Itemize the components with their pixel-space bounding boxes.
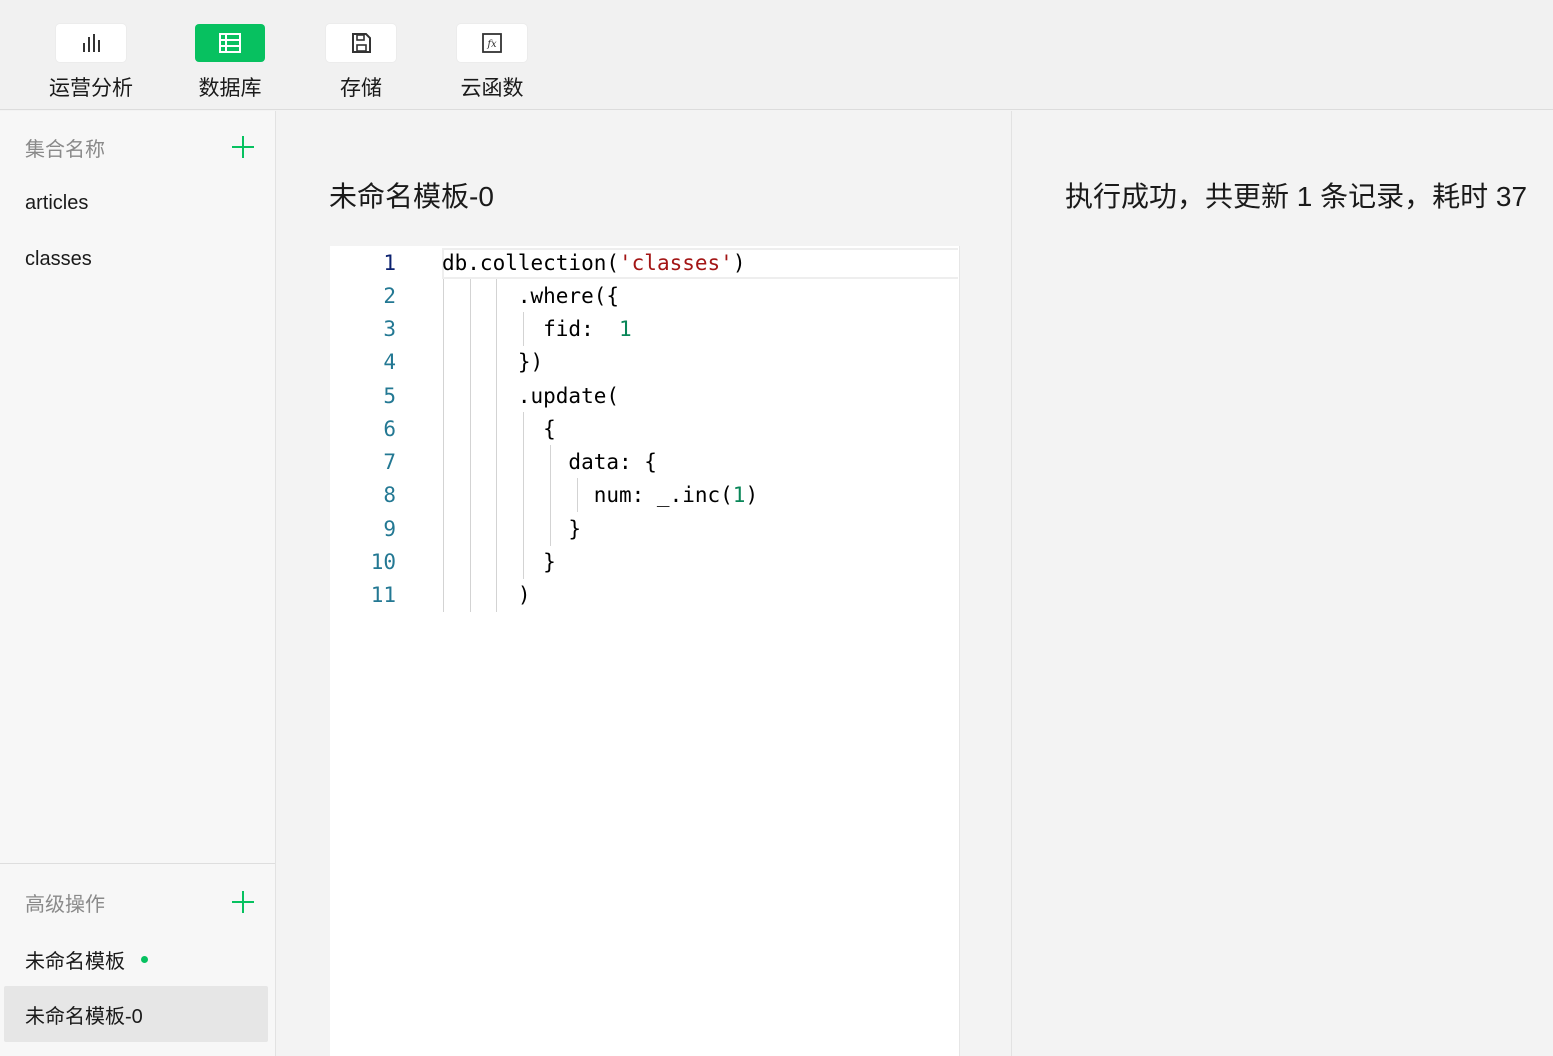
sidebar-item-template-0[interactable]: 未命名模板-0 — [4, 986, 268, 1042]
bar-chart-icon — [80, 32, 102, 54]
collections-header-label: 集合名称 — [25, 138, 105, 161]
code-line-2[interactable]: .where({ — [442, 280, 619, 313]
code-line-4[interactable]: }) — [442, 346, 543, 379]
svg-text:fx: fx — [486, 39, 497, 50]
toolbar-database-button[interactable] — [195, 24, 265, 62]
toolbar-storage-label: 存储 — [340, 77, 382, 100]
line-number: 2 — [383, 284, 396, 308]
advanced-header-label: 高级操作 — [25, 893, 105, 916]
code-editor[interactable]: 1 2 3 4 5 6 7 8 9 10 11 db.collection('c… — [330, 246, 960, 1056]
toolbar-analytics-button[interactable] — [56, 24, 126, 62]
toolbar-storage[interactable]: 存储 — [306, 24, 416, 104]
code-line-8[interactable]: num: _.inc(1) — [442, 479, 758, 512]
line-number: 8 — [383, 483, 396, 507]
template-label: 未命名模板 — [25, 950, 125, 973]
add-collection-icon[interactable] — [231, 135, 255, 159]
editor-panel: 未命名模板-0 1 2 3 4 5 6 7 8 9 10 11 db.colle… — [277, 111, 1012, 1056]
line-number: 11 — [370, 583, 396, 607]
code-line-7[interactable]: data: { — [442, 446, 657, 479]
toolbar-cloud-function[interactable]: fx 云函数 — [437, 24, 547, 104]
line-number: 9 — [383, 517, 396, 541]
app-window: 运营分析 数据库 存储 fx 云函数 集合名称 articles classes… — [0, 0, 1553, 1056]
code-line-6[interactable]: { — [442, 413, 556, 446]
line-number: 3 — [383, 317, 396, 341]
toolbar-database-label: 数据库 — [198, 77, 262, 100]
toolbar-database[interactable]: 数据库 — [175, 24, 285, 104]
code-line-3[interactable]: fid: 1 — [442, 313, 632, 346]
add-template-icon[interactable] — [231, 890, 255, 914]
code-line-9[interactable]: } — [442, 513, 581, 546]
result-panel: 执行成功，共更新 1 条记录，耗时 37 — [1013, 111, 1553, 1056]
toolbar-cloud-function-button[interactable]: fx — [457, 24, 527, 62]
advanced-header: 高级操作 — [25, 882, 255, 922]
toolbar-cloud-function-label: 云函数 — [460, 77, 524, 100]
line-number: 10 — [370, 550, 396, 574]
unsaved-dot-icon — [141, 955, 148, 963]
function-fx-icon: fx — [481, 32, 503, 54]
line-number: 4 — [383, 350, 396, 374]
code-line-5[interactable]: .update( — [442, 380, 619, 413]
sidebar-divider — [0, 863, 275, 864]
sidebar-item-template[interactable]: 未命名模板 — [4, 931, 268, 987]
line-number: 1 — [383, 251, 396, 275]
line-number: 5 — [383, 384, 396, 408]
toolbar-analytics[interactable]: 运营分析 — [36, 24, 146, 104]
toolbar-storage-button[interactable] — [326, 24, 396, 62]
database-table-icon — [218, 32, 242, 54]
editor-title: 未命名模板-0 — [329, 181, 494, 212]
top-toolbar: 运营分析 数据库 存储 fx 云函数 — [0, 0, 1553, 110]
line-number-gutter: 1 2 3 4 5 6 7 8 9 10 11 — [330, 246, 442, 1056]
collections-header: 集合名称 — [25, 127, 255, 167]
toolbar-analytics-label: 运营分析 — [49, 77, 133, 100]
result-message: 执行成功，共更新 1 条记录，耗时 37 — [1065, 181, 1528, 212]
line-number: 7 — [383, 450, 396, 474]
code-line-11[interactable]: ) — [442, 579, 531, 612]
sidebar: 集合名称 articles classes 高级操作 未命名模板 未命名模板-0 — [0, 111, 276, 1056]
code-line-1[interactable]: db.collection('classes') — [442, 247, 745, 280]
sidebar-item-articles[interactable]: articles — [4, 175, 268, 231]
line-number: 6 — [383, 417, 396, 441]
save-disk-icon — [350, 32, 372, 54]
sidebar-item-classes[interactable]: classes — [4, 231, 268, 287]
code-line-10[interactable]: } — [442, 546, 556, 579]
